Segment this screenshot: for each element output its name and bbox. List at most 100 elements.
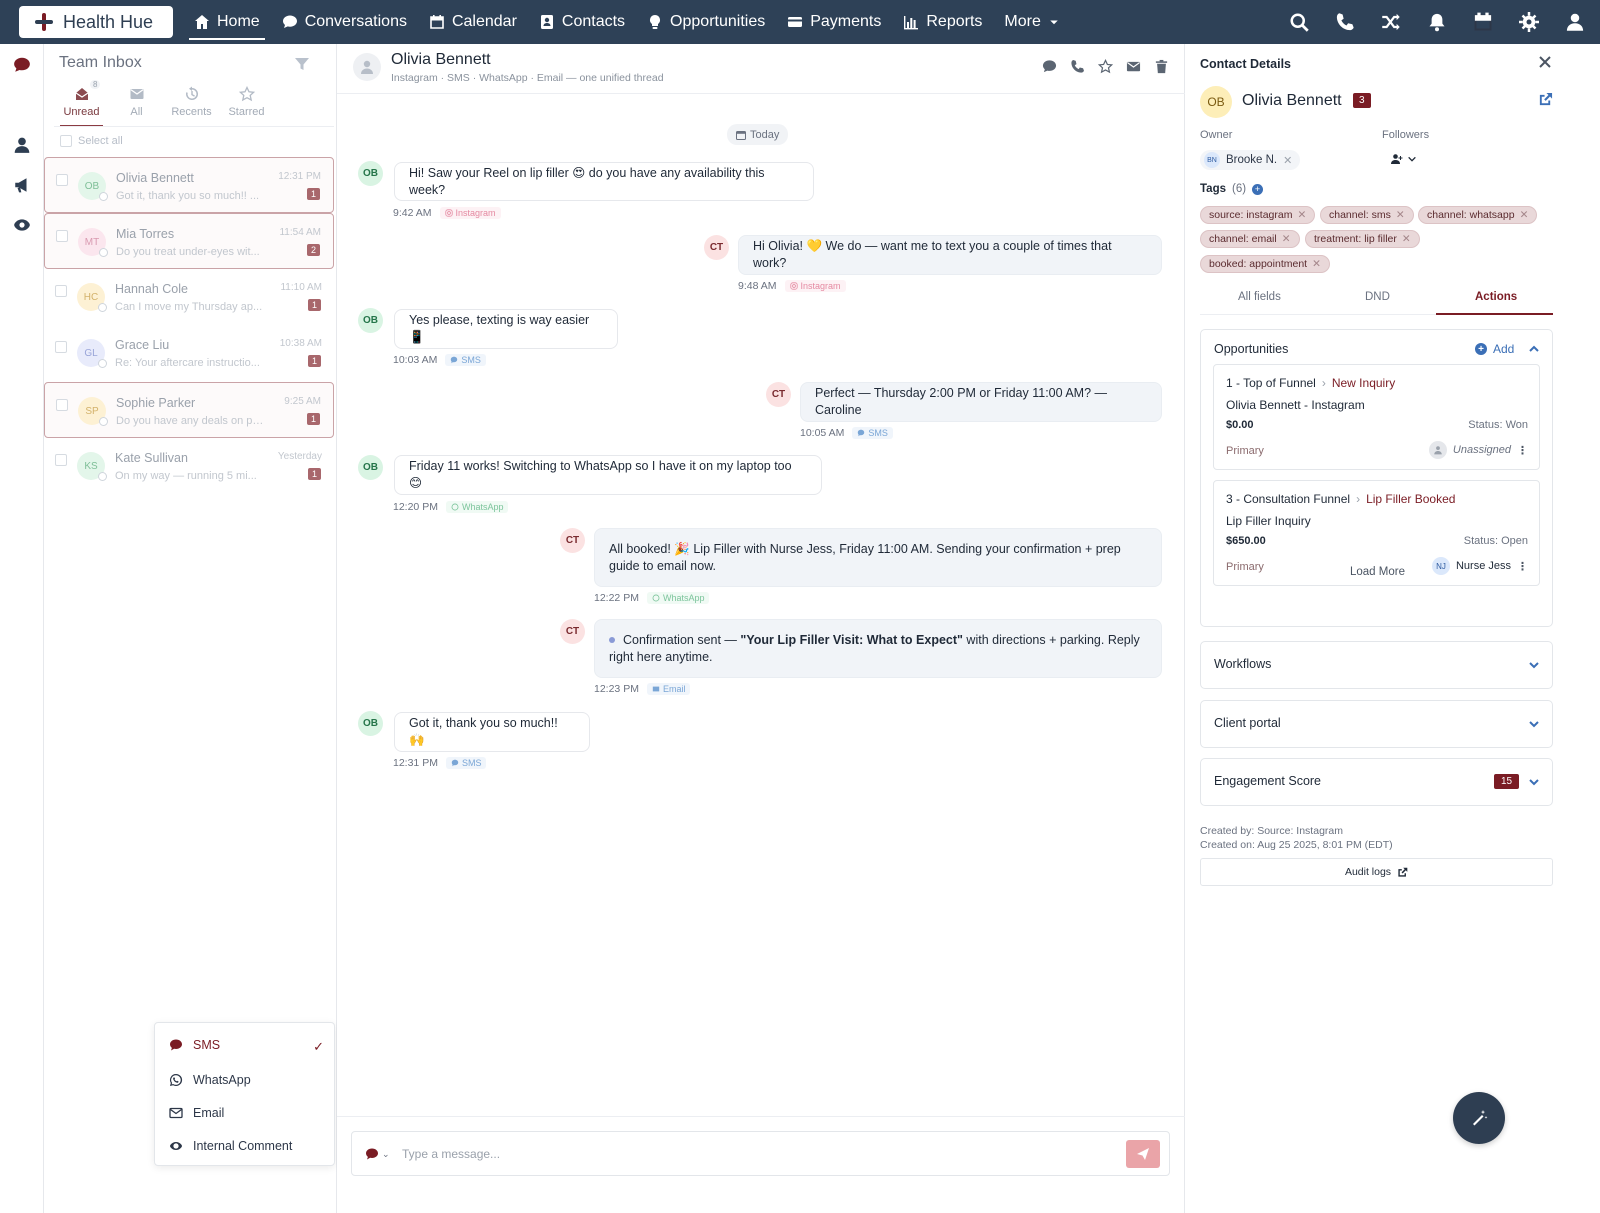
select-all-checkbox[interactable] bbox=[60, 135, 72, 147]
load-more-button[interactable]: Load More bbox=[1201, 566, 1554, 578]
inbox-tab-starred[interactable]: Starred bbox=[219, 82, 274, 118]
add-opportunity-button[interactable]: + Add bbox=[1475, 342, 1514, 356]
inbox-tab-recents[interactable]: Recents bbox=[164, 82, 219, 118]
section-workflows[interactable]: Workflows bbox=[1200, 641, 1553, 689]
email-icon[interactable] bbox=[1125, 58, 1141, 74]
nav-contacts[interactable]: Contacts bbox=[528, 0, 636, 44]
conversation-item[interactable]: MT Mia Torres Do you treat under-eyes wit.… bbox=[44, 213, 334, 269]
incoming-message: Yes please, texting is way easier 📱 bbox=[394, 309, 618, 349]
tab-all-fields[interactable]: All fields bbox=[1238, 291, 1281, 303]
select-all[interactable]: Select all bbox=[60, 135, 123, 147]
rail-megaphone-icon[interactable] bbox=[12, 175, 32, 195]
inbox-tab-unread[interactable]: Unread 8 bbox=[54, 80, 109, 127]
channel-option-email[interactable]: Email bbox=[169, 1106, 324, 1120]
ai-assist-button[interactable] bbox=[1453, 1092, 1505, 1144]
gear-icon[interactable] bbox=[1518, 11, 1540, 33]
opportunity-card[interactable]: 1 - Top of Funnel › New Inquiry Olivia Benn… bbox=[1213, 364, 1540, 470]
conversation-checkbox[interactable] bbox=[55, 285, 67, 297]
nav-conversations[interactable]: Conversations bbox=[271, 0, 418, 44]
channel-dot-icon bbox=[98, 303, 107, 312]
channel-option-whatsapp[interactable]: WhatsApp bbox=[169, 1073, 324, 1087]
conversation-checkbox[interactable] bbox=[55, 454, 67, 466]
tag-chip[interactable]: source: instagram ✕ bbox=[1200, 206, 1316, 224]
channel-option-label: SMS bbox=[193, 1038, 221, 1052]
conversation-checkbox[interactable] bbox=[56, 399, 68, 411]
tag-chip[interactable]: channel: sms ✕ bbox=[1320, 206, 1414, 224]
nav-opportunities[interactable]: Opportunities bbox=[636, 0, 776, 44]
remove-tag-icon[interactable]: ✕ bbox=[1297, 209, 1306, 221]
rail-search-icon[interactable] bbox=[12, 95, 32, 115]
nav-calendar[interactable]: Calendar bbox=[418, 0, 528, 44]
section-engagement-score[interactable]: Engagement Score 15 bbox=[1200, 758, 1553, 806]
tab-actions[interactable]: Actions bbox=[1475, 291, 1517, 303]
conversation-item[interactable]: SP Sophie Parker Do you have any deals on … bbox=[44, 382, 334, 438]
rail-eye-icon[interactable] bbox=[12, 215, 32, 235]
trash-icon[interactable] bbox=[1153, 58, 1169, 74]
user-icon bbox=[361, 60, 373, 74]
tag-label: treatment: lip filler bbox=[1314, 233, 1397, 245]
conversation-item[interactable]: OB Olivia Bennett Got it, thank you so muc… bbox=[44, 157, 334, 213]
star-icon[interactable] bbox=[1097, 58, 1113, 74]
nav-home[interactable]: Home bbox=[183, 0, 271, 44]
opportunity-assignee[interactable]: Unassigned ⋮ bbox=[1428, 441, 1528, 459]
plus-icon: + bbox=[1475, 343, 1487, 355]
sms-icon bbox=[451, 759, 459, 767]
tag-chip[interactable]: channel: whatsapp ✕ bbox=[1418, 206, 1538, 224]
chevron-up-icon[interactable] bbox=[1528, 342, 1540, 354]
unread-count: 8 bbox=[90, 80, 101, 89]
app-logo[interactable]: Health Hue bbox=[19, 6, 173, 38]
remove-owner-icon[interactable]: ✕ bbox=[1283, 154, 1292, 167]
tag-chip[interactable]: treatment: lip filler ✕ bbox=[1305, 230, 1420, 248]
star-icon bbox=[238, 86, 255, 102]
conversation-item[interactable]: KS Kate Sullivan On my way — running 5 mi.… bbox=[44, 438, 334, 494]
thread-contact-name[interactable]: Olivia Bennett bbox=[391, 51, 491, 69]
section-client-portal[interactable]: Client portal bbox=[1200, 700, 1553, 748]
chevron-down-icon[interactable] bbox=[1528, 775, 1540, 787]
conversation-checkbox[interactable] bbox=[56, 174, 68, 186]
more-options-icon[interactable]: ⋮ bbox=[1517, 444, 1528, 457]
calendar-icon[interactable] bbox=[1472, 11, 1494, 33]
message-meta: 12:31 PM SMS bbox=[393, 757, 487, 769]
channel-option-internal-comment[interactable]: Internal Comment bbox=[169, 1139, 324, 1153]
shuffle-icon[interactable] bbox=[1380, 11, 1402, 33]
audit-logs-button[interactable]: Audit logs bbox=[1200, 858, 1553, 886]
rail-user-icon[interactable] bbox=[12, 135, 32, 155]
tab-dnd[interactable]: DND bbox=[1365, 291, 1390, 303]
add-tag-icon[interactable]: + bbox=[1252, 183, 1264, 195]
nav-payments[interactable]: Payments bbox=[776, 0, 892, 44]
phone-icon[interactable] bbox=[1334, 11, 1356, 33]
channel-option-sms[interactable]: SMS ✓ bbox=[169, 1038, 324, 1054]
conversation-checkbox[interactable] bbox=[55, 341, 67, 353]
filter-icon[interactable] bbox=[294, 56, 310, 72]
user-icon[interactable] bbox=[1564, 11, 1586, 33]
send-button[interactable] bbox=[1126, 1140, 1160, 1168]
message-input[interactable] bbox=[402, 1144, 1102, 1164]
composer-channel-select[interactable]: ⌄ bbox=[365, 1147, 390, 1161]
search-icon[interactable] bbox=[1288, 11, 1310, 33]
chat-icon[interactable] bbox=[1041, 58, 1057, 74]
nav-reports[interactable]: Reports bbox=[892, 0, 993, 44]
remove-tag-icon[interactable]: ✕ bbox=[1396, 209, 1405, 221]
tag-chip[interactable]: booked: appointment ✕ bbox=[1200, 255, 1330, 273]
nav-more[interactable]: More bbox=[993, 0, 1070, 44]
conversation-checkbox[interactable] bbox=[56, 230, 68, 242]
remove-tag-icon[interactable]: ✕ bbox=[1402, 233, 1411, 245]
remove-tag-icon[interactable]: ✕ bbox=[1312, 258, 1321, 270]
phone-icon[interactable] bbox=[1069, 58, 1085, 74]
owner-chip[interactable]: BN Brooke N. ✕ bbox=[1200, 150, 1301, 170]
remove-tag-icon[interactable]: ✕ bbox=[1282, 233, 1291, 245]
chevron-down-icon[interactable] bbox=[1528, 717, 1540, 729]
nav-label: Reports bbox=[926, 13, 983, 30]
inbox-tab-all[interactable]: All bbox=[109, 82, 164, 118]
external-link-icon[interactable] bbox=[1538, 92, 1554, 108]
chevron-down-icon[interactable] bbox=[1528, 658, 1540, 670]
conversation-item[interactable]: HC Hannah Cole Can I move my Thursday ap..… bbox=[44, 269, 334, 325]
tag-chip[interactable]: channel: email ✕ bbox=[1200, 230, 1300, 248]
contact-badge: 3 bbox=[1353, 93, 1371, 108]
bell-icon[interactable] bbox=[1426, 11, 1448, 33]
rail-chat-icon[interactable] bbox=[12, 55, 32, 75]
close-icon[interactable] bbox=[1538, 55, 1552, 69]
remove-tag-icon[interactable]: ✕ bbox=[1520, 209, 1529, 221]
add-follower-button[interactable] bbox=[1385, 150, 1423, 168]
conversation-item[interactable]: GL Grace Liu Re: Your aftercare instructio… bbox=[44, 325, 334, 381]
